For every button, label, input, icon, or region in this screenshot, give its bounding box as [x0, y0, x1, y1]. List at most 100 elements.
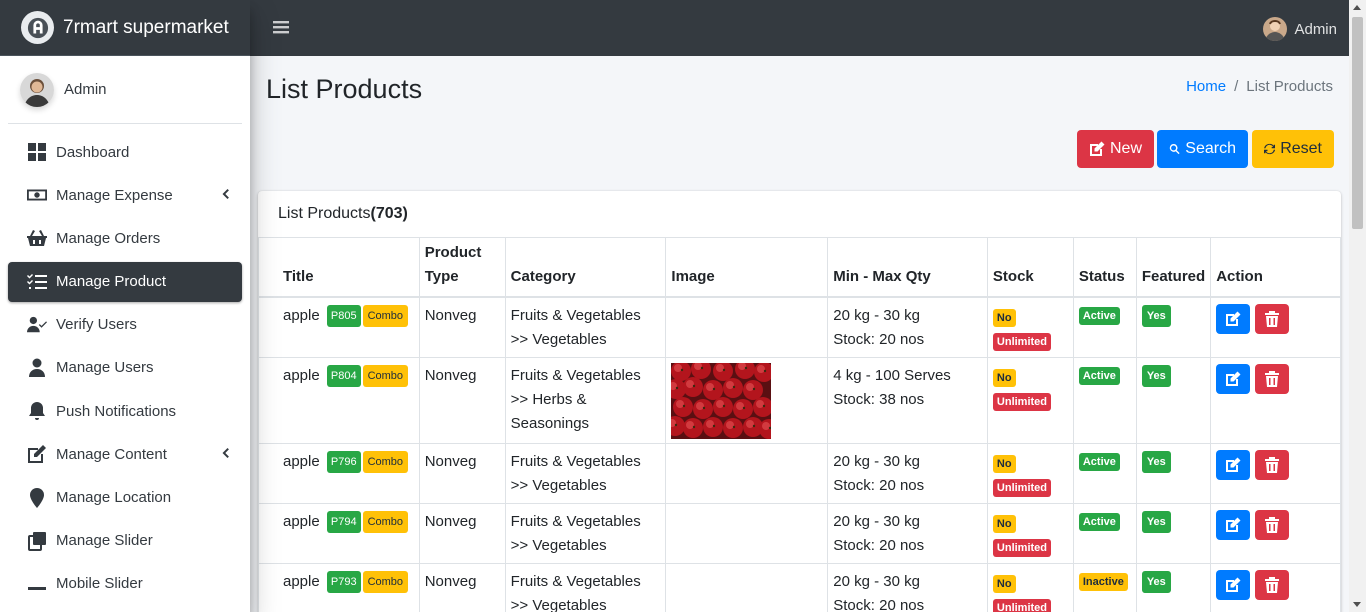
cell-action	[1210, 442, 1341, 504]
sidebar-item-manage-orders[interactable]: Manage Orders	[8, 218, 242, 258]
sidebar-item-manage-content[interactable]: Manage Content	[8, 434, 242, 474]
cell-category: Fruits & Vegetables >> Vegetables	[504, 296, 667, 358]
featured-badge[interactable]: Yes	[1141, 304, 1171, 327]
cell-status: Active	[1072, 356, 1137, 444]
stock-status-badge: No	[992, 574, 1016, 593]
sidebar-item-manage-users[interactable]: Manage Users	[8, 348, 242, 388]
col-header-qty[interactable]: Min - Max Qty	[827, 237, 988, 298]
status-badge[interactable]: Active	[1078, 306, 1120, 325]
brand-name: 7rmart supermarket	[63, 16, 229, 38]
reset-button[interactable]: Reset	[1252, 130, 1334, 168]
sidebar-item-verify-users[interactable]: Verify Users	[8, 305, 242, 345]
avatar	[20, 72, 54, 107]
status-badge[interactable]: Active	[1078, 512, 1120, 531]
edit-button[interactable]	[1216, 569, 1251, 600]
menu-toggle-icon[interactable]	[273, 19, 291, 37]
delete-button[interactable]	[1255, 569, 1290, 600]
featured-badge[interactable]: Yes	[1141, 570, 1171, 593]
reset-button-label: Reset	[1280, 140, 1322, 157]
new-button-label: New	[1109, 140, 1142, 157]
stock-limit-badge: Unlimited	[992, 598, 1052, 612]
edit-button[interactable]	[1216, 303, 1251, 334]
chevron-left-icon	[218, 187, 232, 201]
delete-button[interactable]	[1255, 449, 1290, 480]
sidebar-item-label: Dashboard	[56, 143, 130, 161]
minus-icon	[26, 573, 48, 595]
scroll-down-icon[interactable]	[1353, 602, 1361, 607]
col-header-status[interactable]: Status	[1072, 237, 1137, 298]
qty-range: 20 kg - 30 kg	[833, 512, 920, 530]
col-header-title[interactable]: Title	[258, 237, 420, 298]
sidebar-item-mobile-slider[interactable]: Mobile Slider	[8, 564, 242, 604]
qty-range: 20 kg - 30 kg	[833, 572, 920, 590]
product-code-badge: P793	[326, 570, 361, 593]
header-user-menu[interactable]: Admin	[1263, 17, 1337, 41]
cell-action	[1210, 356, 1341, 444]
col-header-stock[interactable]: Stock	[986, 237, 1074, 298]
edit-button[interactable]	[1216, 509, 1251, 540]
delete-button[interactable]	[1255, 303, 1290, 334]
cell-stock: No Unlimited	[986, 442, 1074, 504]
stock-count: Stock: 20 nos	[833, 536, 925, 554]
sidebar-item-label: Manage Orders	[56, 229, 161, 247]
stock-limit-badge: Unlimited	[992, 392, 1052, 411]
featured-badge[interactable]: Yes	[1141, 450, 1171, 473]
sidebar-item-manage-location[interactable]: Manage Location	[8, 478, 242, 518]
status-badge[interactable]: Active	[1078, 452, 1120, 471]
table-row: apple P796 Combo Nonveg Fruits & Vegetables…	[258, 442, 1341, 504]
search-button-label: Search	[1185, 140, 1236, 157]
scroll-thumb[interactable]	[1352, 17, 1363, 229]
cell-featured: Yes	[1135, 296, 1212, 358]
new-button[interactable]: New	[1077, 130, 1154, 168]
cell-image	[665, 562, 829, 612]
cell-stock: No Unlimited	[986, 296, 1074, 358]
cell-stock: No Unlimited	[986, 356, 1074, 444]
qty-range: 4 kg - 100 Serves	[833, 366, 951, 384]
delete-button[interactable]	[1255, 363, 1290, 394]
page-title: List Products	[266, 74, 423, 104]
sidebar-item-manage-product[interactable]: Manage Product	[8, 261, 242, 302]
top-navbar: Admin	[250, 0, 1349, 56]
featured-badge[interactable]: Yes	[1141, 364, 1171, 387]
cell-action	[1210, 562, 1341, 612]
map-marker-icon	[26, 487, 48, 509]
cell-title: apple P793 Combo	[258, 562, 420, 612]
status-badge[interactable]: Inactive	[1078, 572, 1128, 591]
sidebar-item-label: Manage Location	[56, 489, 172, 506]
stock-count: Stock: 38 nos	[833, 390, 925, 408]
product-title: apple	[283, 366, 320, 384]
product-code-badge: P794	[326, 510, 361, 533]
sidebar-item-push-notifications[interactable]: Push Notifications	[8, 391, 242, 431]
chevron-left-icon	[218, 446, 232, 460]
table-header-row: Title Product Type Category Image Min - …	[258, 237, 1341, 298]
sidebar-user-panel[interactable]: Admin	[8, 56, 242, 124]
product-title: apple	[283, 306, 320, 324]
cell-qty: 20 kg - 30 kg Stock: 20 nos	[827, 296, 988, 358]
edit-button[interactable]	[1216, 449, 1251, 480]
brand-link[interactable]: 7rmart supermarket	[0, 0, 250, 56]
table-body: apple P805 Combo Nonveg Fruits & Vegetables…	[258, 296, 1341, 612]
product-image[interactable]	[671, 362, 772, 439]
breadcrumb-home-link[interactable]: Home	[1186, 78, 1226, 95]
page-scrollbar[interactable]	[1349, 0, 1366, 612]
cell-action	[1210, 296, 1341, 358]
col-header-category[interactable]: Category	[504, 237, 667, 298]
sidebar-item-dashboard[interactable]: Dashboard	[8, 132, 242, 172]
delete-button[interactable]	[1255, 509, 1290, 540]
cell-status: Active	[1072, 442, 1137, 504]
cell-category: Fruits & Vegetables >> Vegetables	[504, 442, 667, 504]
product-code-badge: P805	[326, 304, 361, 327]
col-header-featured[interactable]: Featured	[1135, 237, 1212, 298]
product-count: (703)	[370, 205, 408, 222]
cell-category: Fruits & Vegetables >> Vegetables	[504, 562, 667, 612]
featured-badge[interactable]: Yes	[1141, 510, 1171, 533]
col-header-type[interactable]: Product Type	[418, 237, 506, 298]
search-button[interactable]: Search	[1157, 130, 1248, 168]
scroll-up-icon[interactable]	[1353, 5, 1361, 10]
status-badge[interactable]: Active	[1078, 366, 1120, 385]
money-icon	[26, 184, 48, 206]
sidebar-item-label: Manage Users	[56, 359, 154, 377]
edit-button[interactable]	[1216, 363, 1251, 394]
sidebar-item-manage-slider[interactable]: Manage Slider	[8, 521, 242, 561]
sidebar-item-manage-expense[interactable]: Manage Expense	[8, 175, 242, 215]
